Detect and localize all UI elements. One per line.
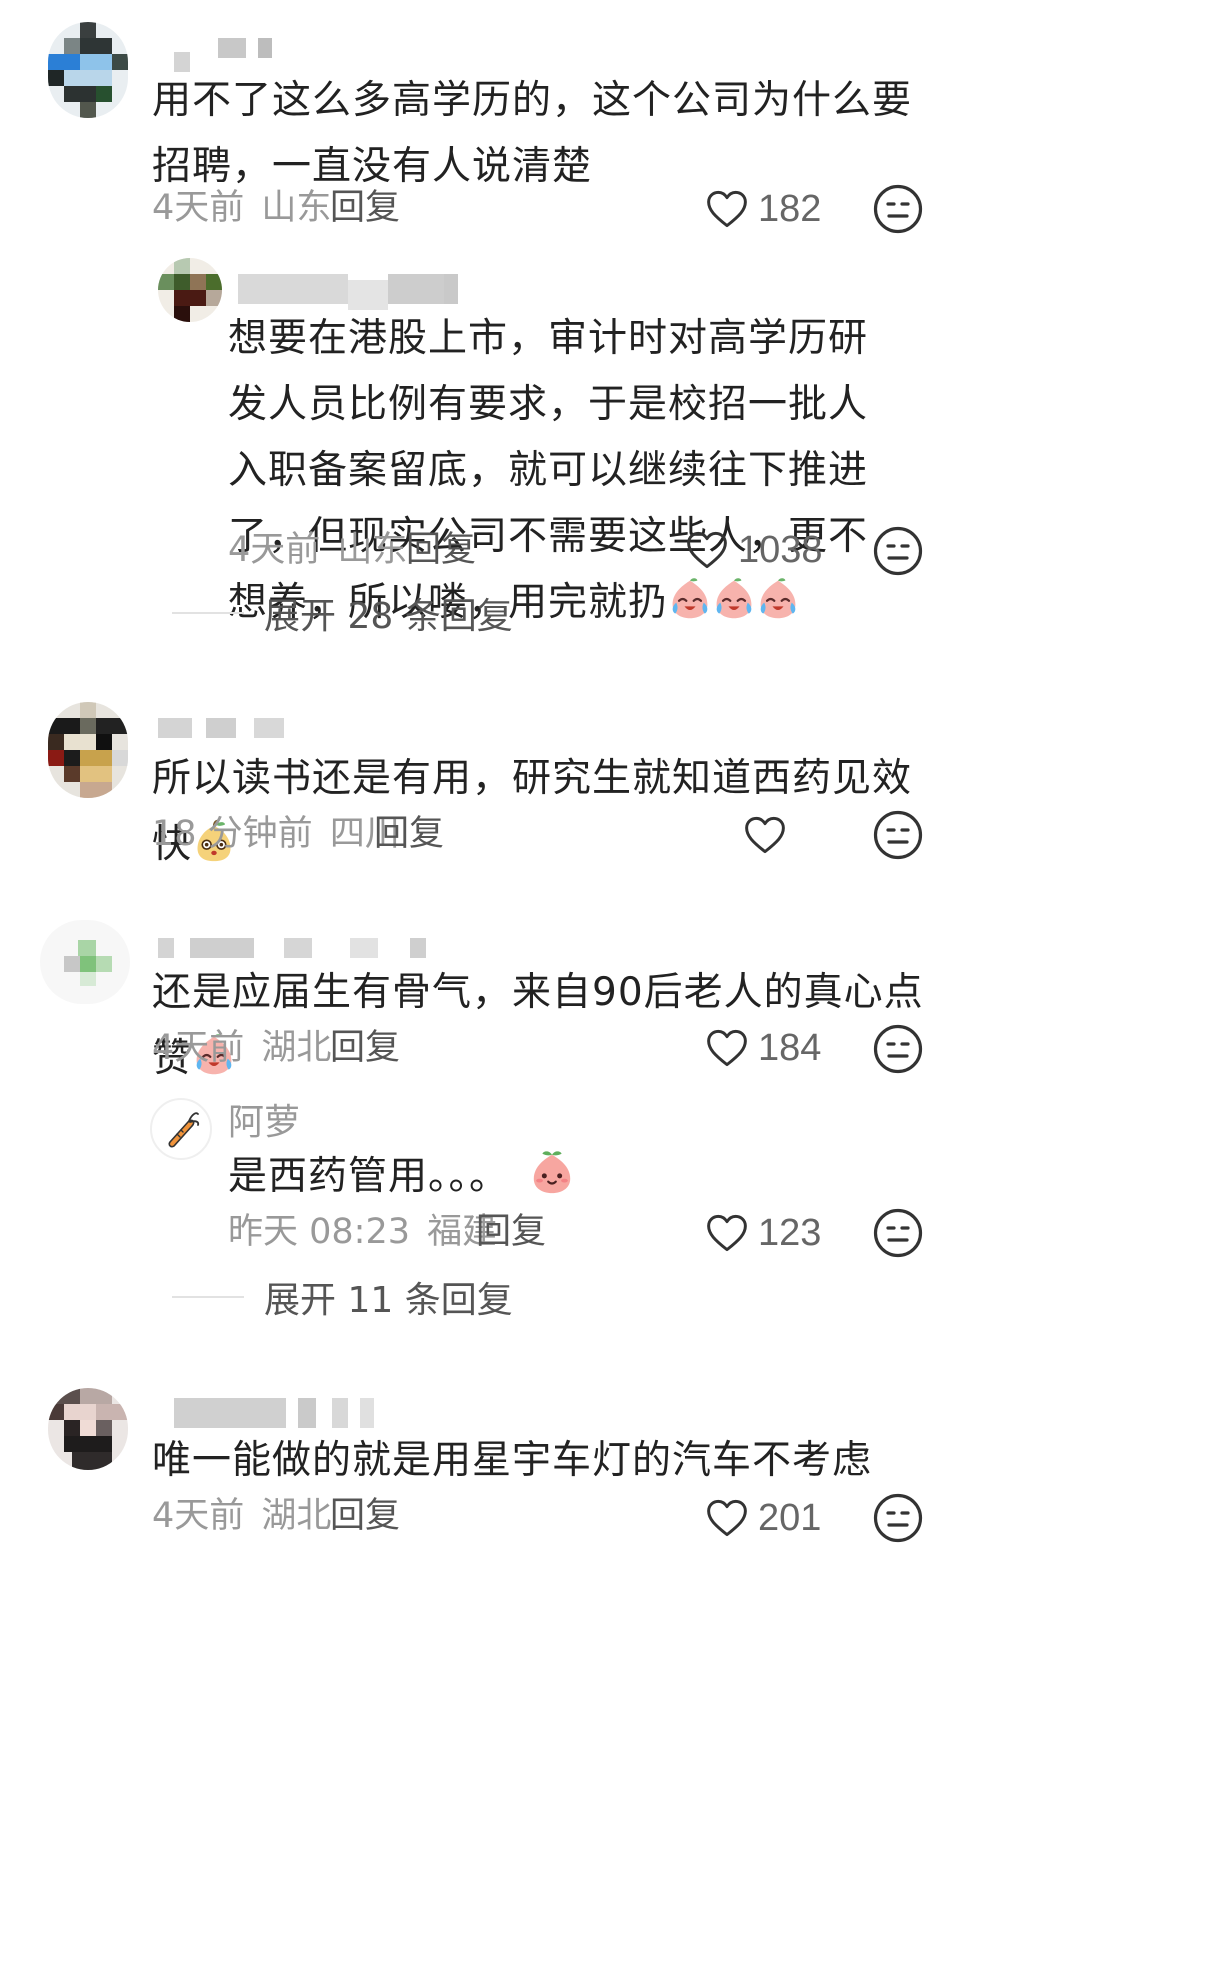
like-button[interactable]: 201 <box>706 1492 821 1544</box>
username-blurred[interactable] <box>158 718 288 738</box>
user-avatar[interactable] <box>48 22 128 118</box>
username-blurred[interactable] <box>158 938 428 958</box>
reply-button[interactable]: 回复 <box>374 812 444 856</box>
expand-replies-label: 展开 11 条回复 <box>264 1280 513 1321</box>
comment-text: 唯一能做的就是用星宇车灯的汽车不考虑 <box>152 1438 873 1483</box>
reply-location: 山东 <box>337 530 408 570</box>
expand-replies-button[interactable]: 展开 11 条回复 <box>172 1272 513 1322</box>
reply-author[interactable]: 阿萝 <box>228 1098 300 1148</box>
comment-time: 18 分钟前 <box>152 814 313 854</box>
heart-outline-icon <box>706 1028 748 1068</box>
heart-outline-icon <box>706 1213 748 1253</box>
crying-laughing-peach-emoji <box>756 577 800 621</box>
heart-outline-icon <box>706 1498 748 1538</box>
neutral-face-icon[interactable] <box>872 1492 924 1544</box>
crying-laughing-peach-emoji <box>712 577 756 621</box>
user-avatar[interactable] <box>150 1098 212 1160</box>
carrot-icon <box>168 1112 200 1148</box>
user-avatar[interactable] <box>48 1388 128 1470</box>
comment-time: 4天前 <box>152 188 245 228</box>
heart-outline-icon <box>706 189 748 229</box>
like-count: 182 <box>758 187 822 230</box>
reply-button[interactable]: 回复 <box>330 1026 400 1070</box>
neutral-face-icon[interactable] <box>872 525 924 577</box>
neutral-face-icon[interactable] <box>872 1023 924 1075</box>
crying-laughing-peach-emoji <box>668 577 712 621</box>
like-count: 123 <box>758 1211 822 1254</box>
like-button[interactable]: 1038 <box>686 524 823 576</box>
neutral-face-icon[interactable] <box>872 1207 924 1259</box>
comment-text: 用不了这么多高学历的，这个公司为什么要招聘，一直没有人说清楚 <box>152 78 913 189</box>
reply-time: 昨天 08:23 <box>228 1212 410 1252</box>
comment-meta: 4天前 湖北 <box>152 1026 331 1070</box>
divider-line <box>172 612 244 614</box>
username-blurred[interactable] <box>238 274 458 310</box>
like-count: 201 <box>758 1496 822 1539</box>
like-button[interactable]: 123 <box>706 1207 821 1259</box>
comment-meta: 4天前 山东 <box>152 186 331 230</box>
reply-text: 是西药管用。。。 <box>228 1144 898 1210</box>
user-avatar[interactable] <box>158 258 222 322</box>
smiling-peach-emoji <box>529 1149 575 1195</box>
heart-outline-icon <box>744 815 786 855</box>
comment-time: 4天前 <box>152 1496 245 1536</box>
reply-text-content: 是西药管用。。。 <box>228 1154 510 1199</box>
comment-meta: 18 分钟前 四川 <box>152 812 400 856</box>
comment-location: 湖北 <box>261 1496 332 1536</box>
neutral-face-icon[interactable] <box>872 809 924 861</box>
expand-replies-label: 展开 28 条回复 <box>264 596 513 637</box>
comment-location: 山东 <box>261 188 332 228</box>
reply-button[interactable]: 回复 <box>476 1210 546 1254</box>
heart-outline-icon <box>686 530 728 570</box>
like-button[interactable]: 184 <box>706 1022 821 1074</box>
comment-time: 4天前 <box>152 1028 245 1068</box>
reply-button[interactable]: 回复 <box>406 528 476 572</box>
neutral-face-icon[interactable] <box>872 183 924 235</box>
reply-meta: 昨天 08:23 福建 <box>228 1210 497 1254</box>
user-avatar[interactable] <box>48 702 128 798</box>
username-blurred[interactable] <box>174 38 274 72</box>
reply-time: 4天前 <box>228 530 321 570</box>
comment-location: 湖北 <box>261 1028 332 1068</box>
reply-button[interactable]: 回复 <box>330 1494 400 1538</box>
like-count: 184 <box>758 1026 822 1069</box>
like-button[interactable] <box>744 809 796 861</box>
like-button[interactable]: 182 <box>706 183 821 235</box>
user-avatar[interactable] <box>40 920 130 1004</box>
comment-meta: 4天前 湖北 <box>152 1494 331 1538</box>
divider-line <box>172 1296 244 1298</box>
reply-meta: 4天前 山东 <box>228 528 407 572</box>
like-count: 1038 <box>738 528 823 571</box>
username-blurred[interactable] <box>174 1398 384 1428</box>
reply-button[interactable]: 回复 <box>330 186 400 230</box>
expand-replies-button[interactable]: 展开 28 条回复 <box>172 588 513 638</box>
